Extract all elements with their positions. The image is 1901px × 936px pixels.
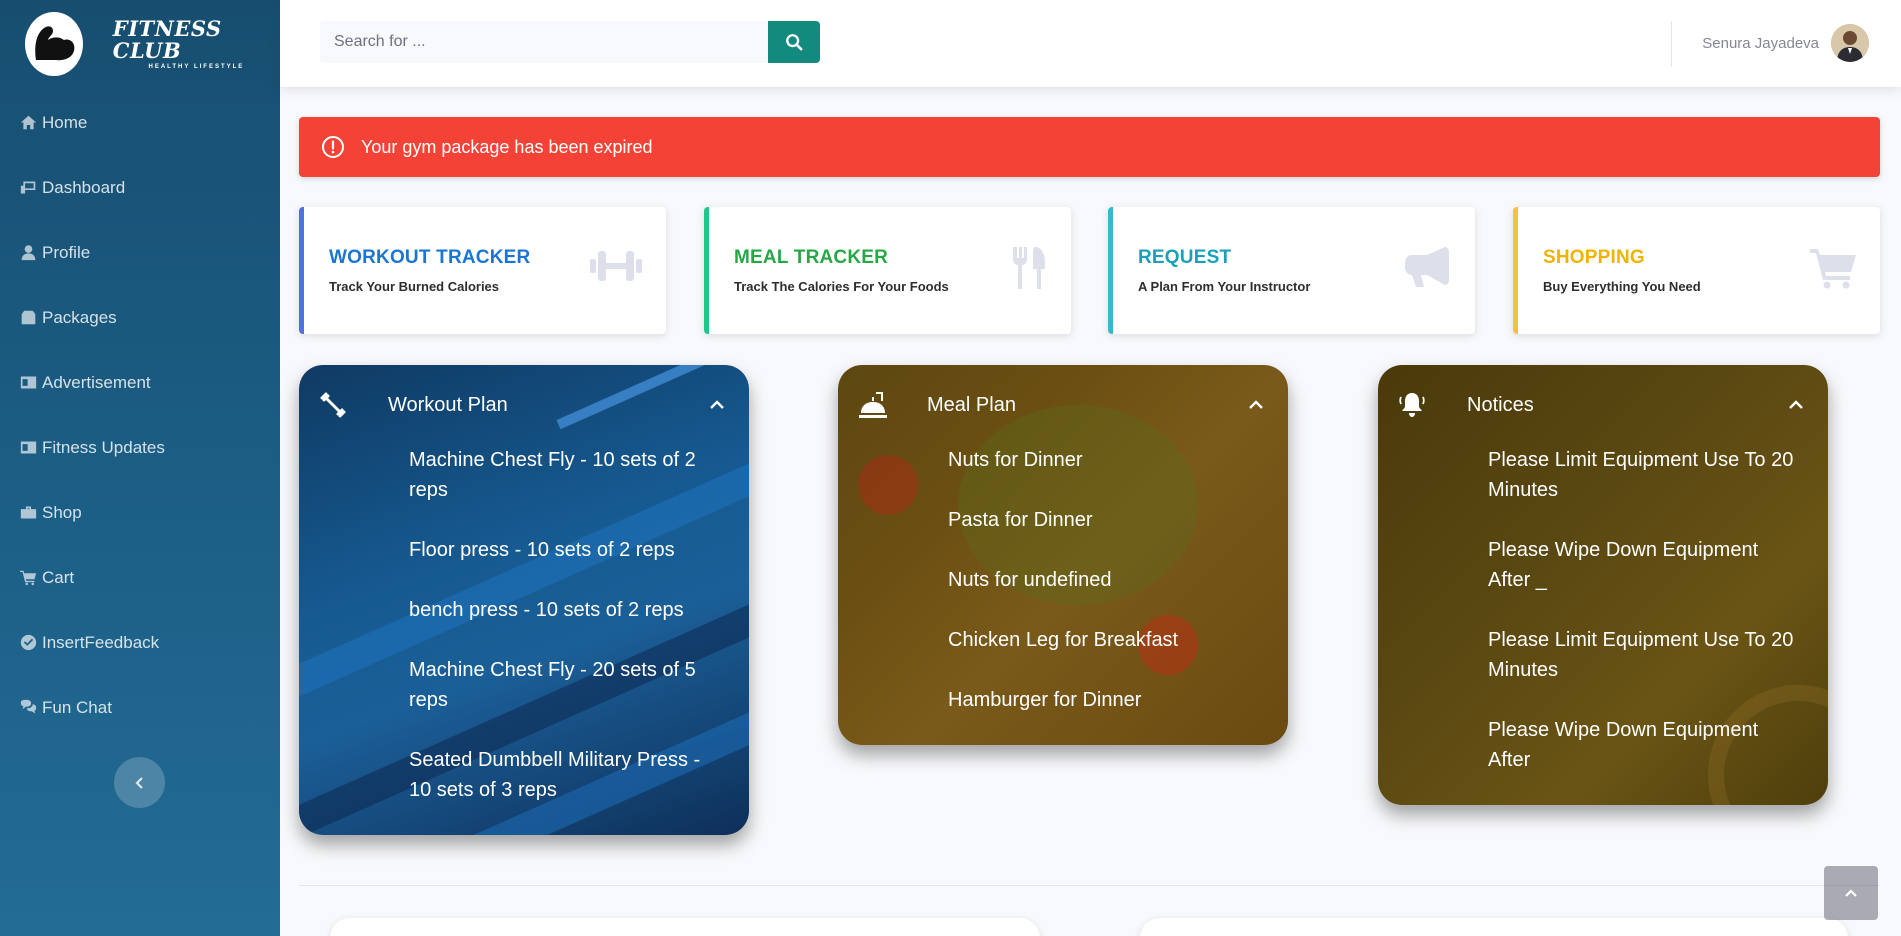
sidebar-item-profile[interactable]: Profile	[0, 220, 280, 285]
list-item: Machine Chest Fly - 20 sets of 5 reps	[409, 659, 696, 711]
workout-plan-header[interactable]: Workout Plan	[299, 365, 749, 445]
list-item: Floor press - 10 sets of 2 reps	[409, 539, 675, 561]
sidebar-item-insertfeedback[interactable]: InsertFeedback	[0, 610, 280, 675]
brand-tagline: HEALTHY LIFESTYLE	[148, 64, 245, 70]
expired-alert: Your gym package has been expired	[299, 117, 1880, 177]
dumbbell-icon	[590, 247, 642, 290]
alert-message: Your gym package has been expired	[361, 136, 653, 157]
home-icon	[20, 114, 42, 131]
topbar-divider	[1671, 21, 1672, 67]
cart-icon	[20, 569, 42, 586]
notices-header[interactable]: Notices	[1378, 365, 1828, 445]
workout-plan-list: Machine Chest Fly - 10 sets of 2 reps Fl…	[299, 445, 749, 835]
list-item: Please Limit Equipment Use To 20 Minutes	[1488, 449, 1794, 501]
avatar	[1831, 24, 1869, 62]
sidebar-item-label: Home	[42, 112, 88, 132]
workout-plan-card: Workout Plan Machine Chest Fly - 10 sets…	[299, 365, 749, 835]
sidebar-item-label: Fitness Updates	[42, 437, 165, 457]
shopping-card[interactable]: SHOPPING Buy Everything You Need	[1513, 207, 1880, 334]
utensils-icon	[1011, 247, 1047, 294]
sidebar-item-cart[interactable]: Cart	[0, 545, 280, 610]
sidebar-item-packages[interactable]: Packages	[0, 285, 280, 350]
sidebar-item-fitness-updates[interactable]: Fitness Updates	[0, 415, 280, 480]
dashboard-icon	[20, 179, 42, 196]
comments-icon	[20, 699, 42, 716]
sidebar-item-label: Dashboard	[42, 177, 126, 197]
logo	[25, 12, 83, 76]
topbar: Senura Jayadeva	[280, 0, 1901, 87]
sidebar-toggle-button[interactable]	[114, 757, 165, 808]
list-item: Please Wipe Down Equipment After _	[1488, 539, 1759, 591]
sidebar-item-label: Shop	[42, 502, 82, 522]
user-icon	[20, 244, 42, 261]
list-item: Nuts for Dinner	[948, 449, 1083, 471]
notices-title: Notices	[1467, 394, 1534, 416]
sidebar-item-home[interactable]: Home	[0, 90, 280, 155]
notices-list: Please Limit Equipment Use To 20 Minutes…	[1378, 445, 1828, 805]
brand-name: FITNESS CLUB	[112, 16, 222, 63]
list-item: Please Wipe Down Equipment After	[1488, 719, 1759, 771]
search-bar	[320, 21, 820, 63]
section-divider	[299, 885, 1880, 886]
sidebar-item-label: Cart	[42, 567, 75, 587]
search-icon	[786, 34, 803, 51]
chevron-left-icon	[134, 776, 143, 789]
meal-plan-header[interactable]: Meal Plan	[838, 365, 1288, 445]
meal-plan-list: Nuts for Dinner Pasta for Dinner Nuts fo…	[838, 445, 1288, 745]
list-item: Seated Dumbbell Military Press - 10 sets…	[409, 749, 701, 801]
sidebar-item-label: Advertisement	[42, 372, 151, 392]
brand[interactable]: FITNESS CLUB HEALTHY LIFESTYLE	[25, 12, 280, 76]
notices-card: Notices Please Limit Equipment Use To 20…	[1378, 365, 1828, 805]
meal-plan-card: Meal Plan Nuts for Dinner Pasta for Dinn…	[838, 365, 1288, 745]
meal-tracker-card[interactable]: MEAL TRACKER Track The Calories For Your…	[704, 207, 1071, 334]
search-button[interactable]	[768, 21, 820, 63]
list-item: Hamburger for Dinner	[948, 689, 1142, 711]
sidebar-item-label: InsertFeedback	[42, 632, 160, 652]
sidebar-item-label: Fun Chat	[42, 697, 112, 717]
bottom-card-left	[330, 918, 1040, 936]
list-item: Nuts for undefined	[948, 569, 1112, 591]
sidebar-nav: Home Dashboard Profile Packages Advertis…	[0, 90, 280, 740]
check-circle-icon	[20, 634, 42, 651]
box-icon	[20, 309, 42, 326]
shopping-cart-icon	[1810, 247, 1856, 294]
chevron-up-icon[interactable]	[709, 398, 725, 416]
alert-circle-icon	[322, 136, 344, 158]
chevron-up-icon[interactable]	[1788, 398, 1804, 416]
ad-icon	[20, 439, 42, 456]
list-item: bench press - 10 sets of 2 reps	[409, 599, 684, 621]
dumbbell-icon	[319, 391, 347, 424]
chevron-up-icon[interactable]	[1248, 398, 1264, 416]
workout-tracker-card[interactable]: WORKOUT TRACKER Track Your Burned Calori…	[299, 207, 666, 334]
sidebar-item-label: Profile	[42, 242, 91, 262]
meal-plan-title: Meal Plan	[927, 394, 1016, 416]
sidebar-item-shop[interactable]: Shop	[0, 480, 280, 545]
workout-plan-title: Workout Plan	[388, 394, 508, 416]
list-item: Pasta for Dinner	[948, 509, 1093, 531]
user-name: Senura Jayadeva	[1702, 34, 1819, 52]
bullhorn-icon	[1405, 247, 1451, 294]
list-item: Please Limit Equipment Use To 20 Minutes	[1488, 629, 1794, 681]
sidebar-item-fun-chat[interactable]: Fun Chat	[0, 675, 280, 740]
sidebar-item-label: Packages	[42, 307, 117, 327]
sidebar-item-dashboard[interactable]: Dashboard	[0, 155, 280, 220]
request-card[interactable]: REQUEST A Plan From Your Instructor	[1108, 207, 1475, 334]
sidebar-item-advertisement[interactable]: Advertisement	[0, 350, 280, 415]
user-menu[interactable]: Senura Jayadeva	[1702, 24, 1869, 62]
bottom-card-right	[1140, 918, 1848, 936]
chevron-up-icon	[1845, 889, 1857, 897]
search-input[interactable]	[320, 21, 768, 63]
bell-icon	[1398, 391, 1426, 424]
food-tray-icon	[858, 391, 888, 426]
scroll-to-top-button[interactable]	[1824, 866, 1878, 920]
sidebar: FITNESS CLUB HEALTHY LIFESTYLE Home Dash…	[0, 0, 280, 936]
flexed-arm-icon	[35, 26, 75, 61]
ad-icon	[20, 374, 42, 391]
list-item: Chicken Leg for Breakfast	[948, 629, 1179, 651]
list-item: Machine Chest Fly - 10 sets of 2 reps	[409, 449, 696, 501]
briefcase-icon	[20, 504, 42, 521]
